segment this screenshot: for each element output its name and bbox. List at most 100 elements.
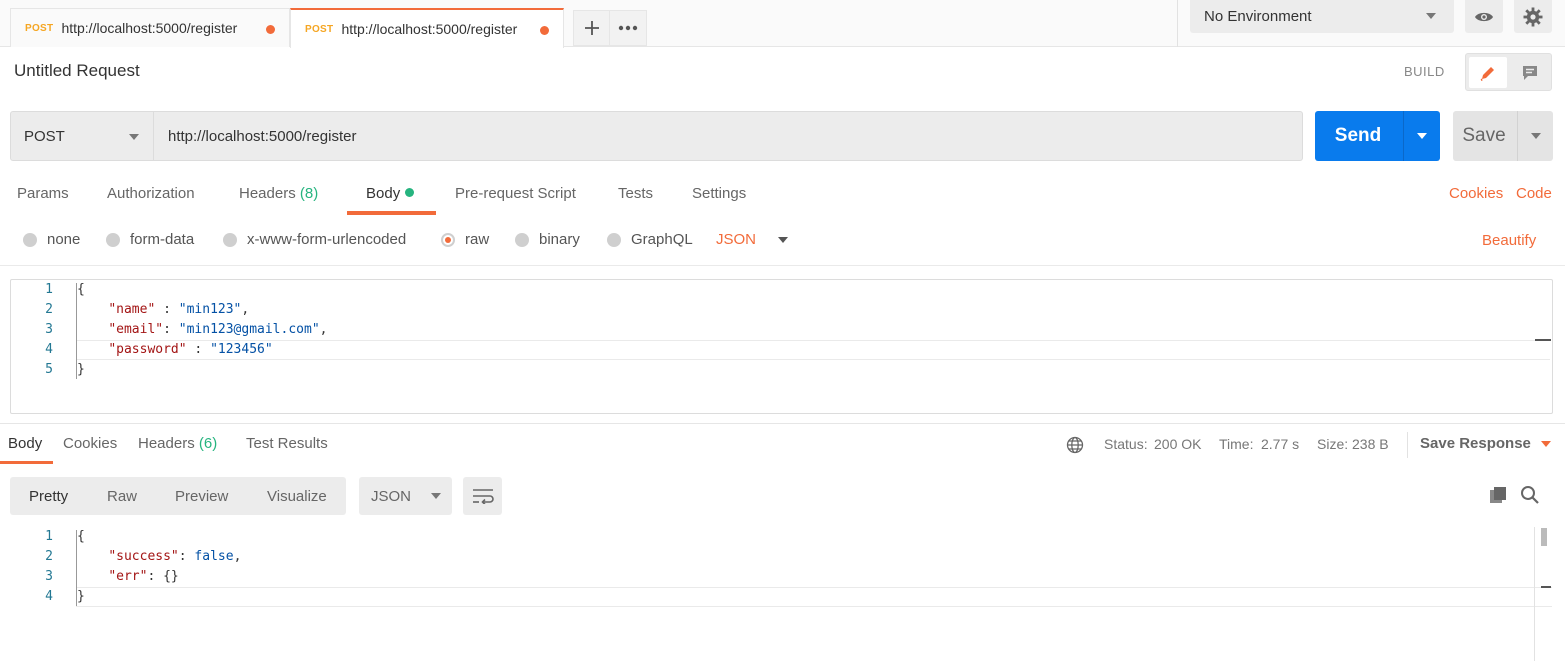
language-label: JSON xyxy=(716,231,757,248)
view-pretty[interactable]: Pretty xyxy=(29,477,68,515)
cookies-link[interactable]: Cookies xyxy=(1449,185,1503,202)
comment-icon xyxy=(1523,65,1537,80)
json-sep: : xyxy=(147,569,164,584)
tab-pre-request-script[interactable]: Pre-request Script xyxy=(455,185,576,202)
json-sep: : xyxy=(163,322,179,337)
radio-graphql[interactable]: GraphQL xyxy=(607,231,693,248)
build-mode-button[interactable] xyxy=(1469,57,1507,88)
line-number: 1 xyxy=(45,282,53,297)
body-indicator-dot xyxy=(405,188,415,197)
format-label: JSON xyxy=(371,487,412,505)
request-tab-2[interactable]: POST http://localhost:5000/register xyxy=(290,8,564,48)
tab-params[interactable]: Params xyxy=(17,185,69,202)
code-line: "email": "min123@gmail.com", xyxy=(77,320,327,340)
search-icon[interactable] xyxy=(1520,485,1540,508)
request-title[interactable]: Untitled Request xyxy=(14,61,140,81)
new-tab-button[interactable] xyxy=(573,10,610,46)
save-label: Save xyxy=(1462,125,1506,146)
chevron-down-icon xyxy=(1540,440,1551,447)
environment-quick-look-button[interactable] xyxy=(1465,0,1503,33)
radio-label: none xyxy=(47,231,81,248)
save-options-button[interactable] xyxy=(1518,111,1553,161)
response-tab-body[interactable]: Body xyxy=(8,435,42,452)
settings-button[interactable] xyxy=(1514,0,1552,33)
code-line: "err": {} xyxy=(77,567,241,587)
tab-settings[interactable]: Settings xyxy=(692,185,746,202)
unsaved-indicator xyxy=(540,26,549,35)
view-visualize[interactable]: Visualize xyxy=(267,477,327,515)
line-number: 1 xyxy=(45,529,53,544)
brace: { xyxy=(77,282,85,297)
send-button[interactable]: Send xyxy=(1315,111,1440,161)
wrap-lines-button[interactable] xyxy=(463,477,502,515)
radio-binary[interactable]: binary xyxy=(515,231,580,248)
tab-method: POST xyxy=(25,22,54,34)
mode-toggle xyxy=(1465,53,1552,91)
json-value: "min123@gmail.com" xyxy=(178,322,320,337)
json-key: "name" xyxy=(108,302,156,317)
line-number: 4 xyxy=(45,589,53,604)
json-key: "success" xyxy=(108,549,179,564)
build-mode-label: BUILD xyxy=(1404,64,1445,79)
radio-label: raw xyxy=(465,231,490,248)
status-value: 200 OK xyxy=(1154,436,1202,452)
url-input[interactable] xyxy=(153,111,1303,161)
radio-label: GraphQL xyxy=(631,231,693,248)
tab-method: POST xyxy=(305,23,334,35)
environment-select[interactable]: No Environment xyxy=(1190,0,1454,33)
radio-raw[interactable]: raw xyxy=(441,231,489,248)
wrap-icon xyxy=(472,489,494,504)
tab-body[interactable]: Body xyxy=(366,185,415,202)
scrollbar-thumb[interactable] xyxy=(1541,528,1547,546)
tab-headers[interactable]: Headers (8) xyxy=(239,185,318,202)
line-number: 4 xyxy=(45,342,53,357)
more-tabs-button[interactable] xyxy=(609,10,647,46)
send-options-button[interactable] xyxy=(1404,111,1440,161)
environment-label: No Environment xyxy=(1204,8,1312,25)
chevron-down-icon xyxy=(1426,13,1436,19)
radio-form-data[interactable]: form-data xyxy=(106,231,194,248)
save-response-button[interactable]: Save Response xyxy=(1420,435,1551,452)
response-tab-headers[interactable]: Headers (6) xyxy=(138,435,217,452)
radio-none[interactable]: none xyxy=(23,231,80,248)
radio-label: x-www-form-urlencoded xyxy=(247,231,407,248)
line-number: 2 xyxy=(45,302,53,317)
active-tab-underline xyxy=(347,211,436,215)
view-raw[interactable]: Raw xyxy=(107,477,137,515)
scrollbar-marker xyxy=(1541,586,1551,606)
save-response-label: Save Response xyxy=(1420,435,1531,452)
code-line: } xyxy=(77,360,327,380)
response-tab-cookies[interactable]: Cookies xyxy=(63,435,117,452)
json-sep: : xyxy=(186,342,211,357)
language-select[interactable]: JSON xyxy=(716,231,789,248)
json-sep: : xyxy=(178,549,195,564)
save-button[interactable]: Save xyxy=(1453,111,1553,161)
request-body-code: { "name" : "min123", "email": "min123@gm… xyxy=(77,280,327,380)
tab-tests[interactable]: Tests xyxy=(618,185,653,202)
chevron-down-icon xyxy=(431,493,442,499)
method-select[interactable]: POST xyxy=(10,111,154,161)
radio-label: form-data xyxy=(130,231,195,248)
current-line-highlight xyxy=(76,587,1552,607)
response-format-select[interactable]: JSON xyxy=(359,477,452,515)
response-line-numbers: 1 2 3 4 xyxy=(11,527,53,607)
response-tab-test-results[interactable]: Test Results xyxy=(246,435,328,452)
chevron-down-icon xyxy=(778,236,789,243)
globe-icon[interactable] xyxy=(1066,436,1084,457)
beautify-link[interactable]: Beautify xyxy=(1482,232,1536,249)
eye-icon xyxy=(1475,12,1493,21)
scrollbar-marker xyxy=(1535,339,1551,341)
view-preview[interactable]: Preview xyxy=(175,477,228,515)
pencil-icon xyxy=(1480,66,1494,81)
scrollbar-track[interactable] xyxy=(1534,527,1535,661)
code-link[interactable]: Code xyxy=(1516,185,1552,202)
comments-button[interactable] xyxy=(1511,57,1549,88)
radio-urlencoded[interactable]: x-www-form-urlencoded xyxy=(223,231,406,248)
copy-icon[interactable] xyxy=(1488,485,1508,508)
json-value: "123456" xyxy=(210,342,273,357)
request-tab-1[interactable]: POST http://localhost:5000/register xyxy=(10,8,290,47)
cursor-guide xyxy=(76,283,77,379)
tab-authorization[interactable]: Authorization xyxy=(107,185,195,202)
gear-icon xyxy=(1523,7,1543,26)
json-trail: , xyxy=(319,322,328,337)
